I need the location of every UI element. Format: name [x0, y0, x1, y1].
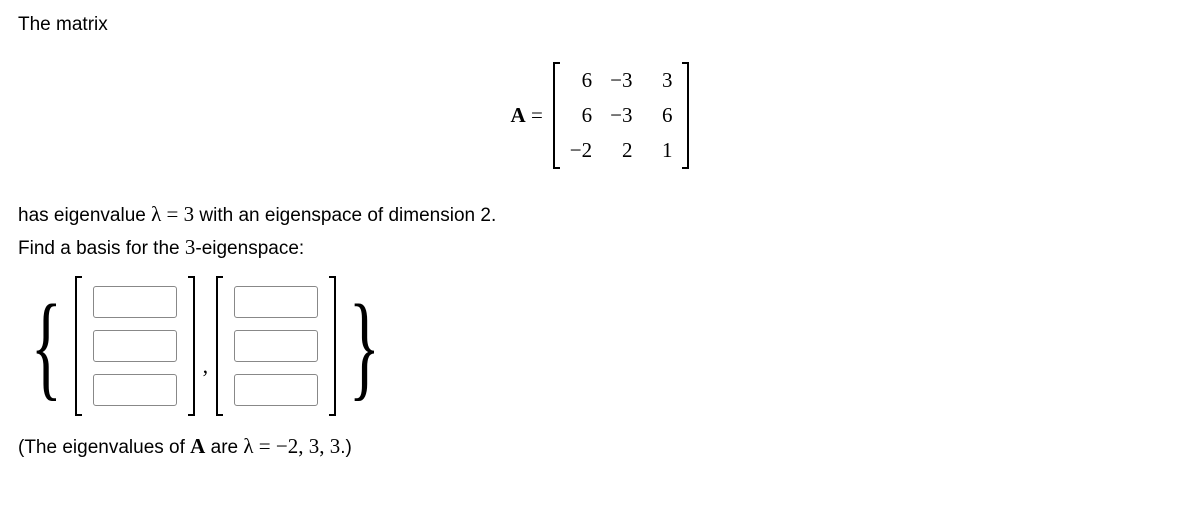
brace-left: {	[31, 293, 62, 399]
bracket-left	[75, 276, 83, 416]
lambda-eq-3: λ = 3	[151, 202, 194, 226]
brace-right: }	[349, 293, 380, 399]
text-seg: with an eigenspace of dimension 2.	[194, 205, 496, 226]
matrix-cell: 2	[610, 138, 632, 163]
matrix-cell: 1	[650, 138, 672, 163]
matrix-label: A =	[511, 103, 543, 128]
vector1-entry-1[interactable]	[93, 286, 177, 318]
text-seg: -eigenspace:	[195, 238, 304, 259]
matrix-cells: 6 −3 3 6 −3 6 −2 2 1	[560, 62, 683, 169]
bracket-right	[187, 276, 195, 416]
bracket-right	[682, 62, 689, 169]
eigenvalues-note: (The eigenvalues of A are λ = −2, 3, 3.)	[18, 434, 1182, 459]
vector2-entry-3[interactable]	[234, 374, 318, 406]
vector2-entry-2[interactable]	[234, 330, 318, 362]
matrix-cell: 3	[650, 68, 672, 93]
text-seg: Find a basis for the	[18, 238, 185, 259]
matrix-cell: 6	[570, 68, 592, 93]
basis-comma: ,	[203, 313, 209, 379]
text-seg: are	[205, 437, 243, 458]
matrix-cell: −3	[610, 103, 632, 128]
bracket-right	[328, 276, 336, 416]
basis-vector-2	[216, 276, 336, 416]
equals-sign: =	[526, 103, 543, 127]
prompt-statement: Find a basis for the 3-eigenspace:	[18, 232, 1182, 263]
matrix-cell: −3	[610, 68, 632, 93]
three-literal: 3	[185, 235, 196, 259]
bracket-left	[553, 62, 560, 169]
A-symbol: A	[190, 434, 205, 458]
text-seg: has eigenvalue	[18, 205, 151, 226]
text-seg: (The eigenvalues of	[18, 437, 190, 458]
matrix-cell: −2	[570, 138, 592, 163]
matrix-symbol-A: A	[511, 103, 526, 127]
matrix-cell: 6	[650, 103, 672, 128]
matrix-equation: A = 6 −3 3 6 −3 6 −2 2 1	[18, 62, 1182, 169]
matrix-A: 6 −3 3 6 −3 6 −2 2 1	[553, 62, 690, 169]
basis-set: { , }	[18, 276, 1182, 416]
vector2-entry-1[interactable]	[234, 286, 318, 318]
text-seg: .)	[340, 437, 352, 458]
lambda-list: λ = −2, 3, 3	[243, 434, 340, 458]
vector1-entry-3[interactable]	[93, 374, 177, 406]
vector1-entry-2[interactable]	[93, 330, 177, 362]
intro-text: The matrix	[18, 14, 1182, 36]
matrix-cell: 6	[570, 103, 592, 128]
basis-vector-1	[75, 276, 195, 416]
eigenvalue-statement: has eigenvalue λ = 3 with an eigenspace …	[18, 199, 1182, 230]
bracket-left	[216, 276, 224, 416]
